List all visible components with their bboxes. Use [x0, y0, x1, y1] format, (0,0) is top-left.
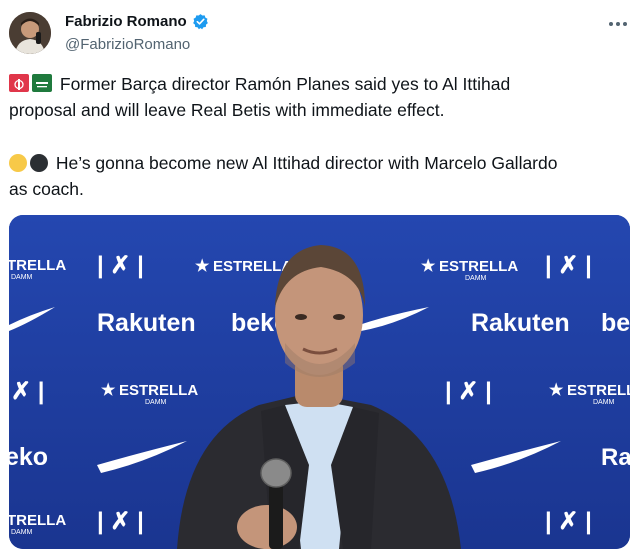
backdrop-text: ★: [421, 258, 436, 275]
backdrop-logo: ✗ |: [11, 378, 45, 405]
author-name-row: Fabrizio Romano: [65, 13, 209, 30]
backdrop-text: DAMM: [593, 399, 615, 406]
tweet-text-3: He’s gonna become new Al Ittihad directo…: [55, 153, 558, 173]
avatar[interactable]: [9, 12, 51, 54]
backdrop-text: DAMM: [11, 529, 33, 536]
author-handle[interactable]: @FabrizioRomano: [65, 36, 190, 53]
backdrop-text: ESTRELLA: [119, 382, 198, 399]
display-name[interactable]: Fabrizio Romano: [65, 13, 187, 30]
red-flag-emoji: [9, 74, 29, 92]
backdrop-text: Ra: [601, 444, 630, 471]
more-options-icon[interactable]: [604, 12, 632, 36]
backdrop-logo: | ✗ |: [545, 508, 592, 535]
backdrop-logo: | ✗ |: [445, 378, 492, 405]
tweet-text-line-1: Former Barça director Ramón Planes said …: [9, 72, 510, 96]
backdrop-logo: | ✗ |: [545, 252, 592, 279]
black-circle-emoji: [30, 154, 48, 172]
backdrop-text: eko: [9, 443, 48, 471]
tweet[interactable]: Fabrizio Romano @FabrizioRomano Former B…: [0, 0, 644, 549]
backdrop-text: ESTRELLA: [567, 382, 630, 399]
backdrop-text: ESTRELLA: [439, 258, 518, 275]
microphone: [269, 477, 283, 549]
backdrop-logo: | ✗ |: [97, 508, 144, 535]
tweet-media-photo[interactable]: TRELLA DAMM | ✗ | ★ ESTRELLA ★ ESTRELLA …: [9, 215, 630, 549]
backdrop-text: Rakuten: [471, 309, 570, 337]
backdrop-text: DAMM: [145, 399, 167, 406]
tweet-text-line-2: proposal and will leave Real Betis with …: [9, 100, 445, 120]
backdrop-text: ESTRELLA: [213, 258, 292, 275]
backdrop-logo: | ✗ |: [97, 252, 144, 279]
backdrop-text: TRELLA: [9, 257, 66, 274]
yellow-circle-emoji: [9, 154, 27, 172]
backdrop-text: DAMM: [465, 275, 487, 282]
backdrop-text: be: [601, 309, 630, 337]
tweet-text-1: Former Barça director Ramón Planes said …: [59, 74, 511, 94]
tweet-text-line-4: as coach.: [9, 179, 84, 199]
backdrop-text: TRELLA: [9, 512, 66, 529]
verified-badge-icon: [192, 13, 209, 30]
backdrop-text: Rakuten: [97, 309, 196, 337]
backdrop-text: ★: [101, 382, 116, 399]
backdrop-text: ★: [195, 258, 210, 275]
saudi-flag-emoji: [32, 74, 52, 92]
backdrop-text: ★: [549, 382, 564, 399]
tweet-text-line-3: He’s gonna become new Al Ittihad directo…: [9, 151, 557, 175]
backdrop-text: DAMM: [11, 274, 33, 281]
